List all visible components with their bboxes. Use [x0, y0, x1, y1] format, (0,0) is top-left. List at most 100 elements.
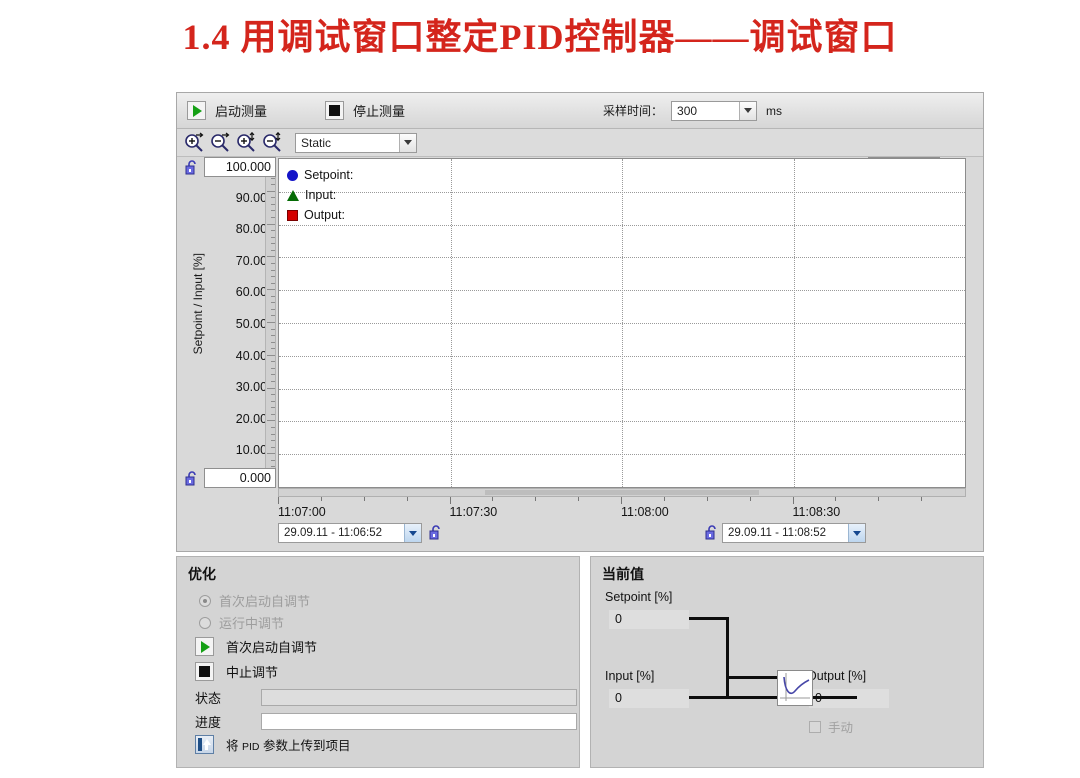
optimization-panel: 优化 首次启动自调节 运行中调节 首次启动自调节 中止调节 状态 进度 将 PI… [176, 556, 580, 768]
wire-setpoint-horizontal [689, 617, 729, 620]
commissioning-window: 启动测量 停止测量 采样时间： 300 ms Static Setpoint /… [176, 92, 984, 552]
time-range-start-value: 29.09.11 - 11:06:52 [284, 527, 383, 539]
upload-pid-parameters-button[interactable]: 将 PID 参数上传到项目 [195, 735, 350, 754]
start-first-tuning-label: 首次启动自调节 [226, 640, 318, 655]
wire-input-to-block [689, 696, 779, 699]
optimization-panel-title: 优化 [188, 566, 216, 582]
current-values-panel: 当前值 Setpoint [%] 0 Input [%] 0 Output [%… [590, 556, 984, 768]
output-marker-icon [287, 209, 298, 221]
grid-line-horizontal [279, 290, 965, 292]
grid-line-horizontal [279, 257, 965, 259]
legend-item-input: Input: [287, 185, 353, 205]
y-axis-left-min-input[interactable]: 0.000 [204, 468, 276, 488]
y-axis-left-ruler [265, 158, 276, 488]
y-axis-left-title: Setpoint / Input [%] [191, 253, 205, 355]
progress-label: 进度 [195, 715, 222, 730]
plot-horizontal-scrollbar[interactable] [278, 488, 966, 497]
y-axis-left-max-input[interactable]: 100.000 [204, 157, 276, 177]
plot-area[interactable]: Setpoint: Input: Output: [278, 158, 966, 488]
lock-open-icon[interactable] [185, 471, 198, 486]
sample-time-combobox[interactable]: 300 [671, 100, 758, 121]
zoom-out-vertical-icon[interactable] [261, 131, 285, 154]
abort-tuning-button[interactable]: 中止调节 [195, 662, 278, 681]
status-value [261, 689, 577, 706]
x-axis-tick-label: 11:07:30 [449, 505, 498, 519]
lock-open-icon[interactable] [429, 525, 442, 540]
zoom-in-horizontal-icon[interactable] [183, 132, 207, 154]
wire-setpoint-vertical [726, 617, 729, 697]
checkbox-icon [809, 720, 821, 733]
x-axis-tick-label: 11:08:00 [621, 505, 669, 519]
wire-setpoint-to-block [726, 676, 779, 679]
manual-mode-checkbox[interactable]: 手动 [809, 717, 853, 736]
time-range-start-combobox[interactable]: 29.09.11 - 11:06:52 [278, 523, 422, 543]
manual-mode-label: 手动 [828, 721, 854, 735]
chart-mode-combobox[interactable]: Static [295, 132, 417, 153]
grid-line-horizontal [279, 454, 965, 456]
play-icon [187, 101, 206, 120]
grid-line-horizontal [279, 355, 965, 358]
upload-icon [195, 735, 214, 754]
page-title: 1.4 用调试窗口整定PID控制器——调试窗口 [182, 17, 898, 57]
x-axis-labels: 11:07:00 11:07:30 11:08:00 11:08:30 [278, 505, 966, 523]
start-first-tuning-button[interactable]: 首次启动自调节 [195, 637, 317, 656]
zoom-in-vertical-icon[interactable] [235, 131, 259, 154]
lock-open-icon[interactable] [705, 525, 718, 540]
legend-item-output: Output: [287, 205, 353, 225]
legend-item-setpoint: Setpoint: [287, 165, 353, 185]
output-label: Output [%] [807, 669, 867, 683]
time-range-end-combobox[interactable]: 29.09.11 - 11:08:52 [722, 523, 866, 543]
chart-legend: Setpoint: Input: Output: [287, 165, 353, 225]
wire-block-to-output [813, 696, 857, 699]
start-measurement-button[interactable]: 启动测量 [187, 93, 267, 128]
setpoint-label: Setpoint [%] [605, 590, 673, 604]
status-field-row: 状态 [195, 688, 577, 707]
sample-time-group: 采样时间： 300 ms [603, 93, 782, 128]
sample-time-unit: ms [766, 103, 783, 118]
stop-measurement-label: 停止测量 [353, 104, 406, 119]
current-values-panel-title: 当前值 [602, 566, 644, 582]
start-measurement-label: 启动测量 [215, 104, 268, 119]
chevron-down-icon[interactable] [399, 133, 416, 152]
stop-measurement-button[interactable]: 停止测量 [325, 93, 405, 128]
trend-chart: Setpoint / Input [%] Output [%] 90.00080… [177, 157, 983, 553]
chevron-down-icon[interactable] [739, 101, 757, 120]
play-icon [195, 637, 214, 656]
chevron-down-icon[interactable] [848, 524, 865, 542]
setpoint-value[interactable]: 0 [609, 610, 689, 629]
radio-in-run-tuning[interactable]: 运行中调节 [199, 613, 284, 632]
x-axis-tick-label: 11:08:30 [792, 505, 841, 519]
scrollbar-thumb[interactable] [484, 490, 760, 495]
status-label: 状态 [195, 691, 222, 706]
pid-block-icon [777, 670, 813, 706]
radio-icon [199, 594, 211, 607]
radio-first-start-tuning[interactable]: 首次启动自调节 [199, 591, 310, 610]
legend-label-output: Output: [304, 208, 345, 222]
input-marker-icon [287, 189, 299, 201]
grid-line-horizontal [279, 224, 965, 227]
x-axis-ticks [278, 497, 966, 505]
setpoint-marker-icon [287, 169, 298, 181]
progress-field-row: 进度 [195, 712, 577, 731]
zoom-out-horizontal-icon[interactable] [209, 132, 233, 154]
sample-time-value: 300 [677, 103, 698, 118]
radio-icon [199, 616, 211, 629]
grid-line-horizontal [279, 421, 965, 423]
abort-tuning-label: 中止调节 [226, 665, 279, 680]
time-range-row: 29.09.11 - 11:06:52 29.09.11 - 11:08:52 [177, 523, 983, 549]
lock-open-icon[interactable] [185, 160, 198, 175]
grid-line-horizontal [279, 191, 965, 194]
measurement-toolbar: 启动测量 停止测量 采样时间： 300 ms [177, 93, 983, 129]
chevron-down-icon[interactable] [404, 524, 421, 542]
radio-first-start-label: 首次启动自调节 [219, 594, 311, 609]
chart-zoom-toolbar: Static [177, 129, 983, 157]
legend-label-input: Input: [305, 188, 337, 202]
radio-in-run-label: 运行中调节 [219, 616, 285, 631]
progress-bar [261, 713, 577, 730]
stop-icon [325, 101, 345, 120]
legend-label-setpoint: Setpoint: [304, 168, 354, 182]
x-axis-tick-label: 11:07:00 [278, 505, 326, 519]
sample-time-label: 采样时间： [603, 104, 664, 118]
input-label: Input [%] [605, 669, 655, 683]
input-value[interactable]: 0 [609, 689, 689, 708]
